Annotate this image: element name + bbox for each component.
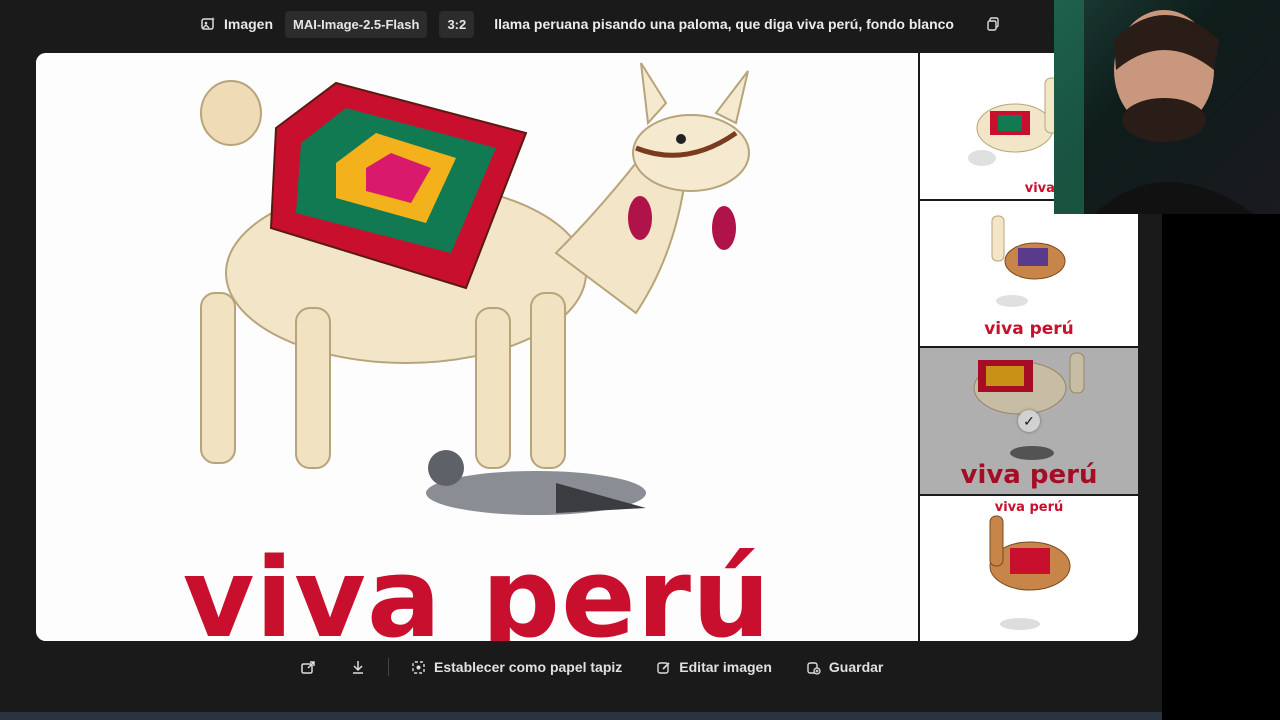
- thumbnail-llama: [989, 515, 1071, 630]
- model-badge[interactable]: MAI-Image-2.5-Flash: [285, 10, 428, 38]
- edit-image-button[interactable]: Editar imagen: [656, 659, 772, 675]
- set-wallpaper-label: Establecer como papel tapiz: [434, 659, 623, 675]
- streamer-video: [1054, 0, 1254, 214]
- copy-icon[interactable]: [986, 17, 1000, 31]
- thumbnail-2[interactable]: viva perú: [920, 200, 1138, 346]
- webcam-overlay: [1054, 0, 1280, 214]
- mode-label: Imagen: [224, 16, 274, 32]
- image-viewer: viva perú viva perú viva perú: [36, 53, 1138, 641]
- edit-icon: [656, 660, 671, 675]
- edit-image-label: Editar imagen: [679, 659, 772, 675]
- thumbnail-caption: viva perú: [960, 460, 1098, 490]
- divider: [388, 658, 389, 676]
- wallpaper-icon: [411, 660, 426, 675]
- thumbnail-4[interactable]: viva perú: [920, 495, 1138, 641]
- save-label: Guardar: [828, 659, 884, 675]
- download-icon[interactable]: [350, 659, 366, 675]
- image-caption: viva perú: [182, 534, 772, 641]
- generated-image[interactable]: viva perú: [36, 53, 918, 641]
- taskbar-strip: [0, 712, 1162, 720]
- image-toolbar: Imagen MAI-Image-2.5-Flash 3:2 llama per…: [200, 8, 1000, 40]
- aspect-ratio-badge[interactable]: 3:2: [439, 10, 475, 38]
- selected-check-icon: ✓: [1018, 410, 1040, 432]
- prompt-text: llama peruana pisando una paloma, que di…: [494, 16, 954, 32]
- llama-illustration: [200, 62, 750, 515]
- thumbnail-caption: viva perú: [984, 318, 1074, 339]
- mode-indicator[interactable]: Imagen: [200, 16, 273, 32]
- image-actions: Establecer como papel tapiz Editar image…: [300, 652, 883, 682]
- share-icon[interactable]: [300, 659, 316, 675]
- save-button[interactable]: Guardar: [806, 659, 883, 675]
- background-panel: [1162, 214, 1280, 720]
- thumbnail-caption: viva perú: [994, 499, 1064, 515]
- set-wallpaper-button[interactable]: Establecer como papel tapiz: [411, 659, 622, 675]
- save-icon: [806, 660, 821, 675]
- thumbnail-3-selected[interactable]: ✓ viva perú: [920, 348, 1138, 494]
- image-sparkle-icon: [200, 16, 216, 32]
